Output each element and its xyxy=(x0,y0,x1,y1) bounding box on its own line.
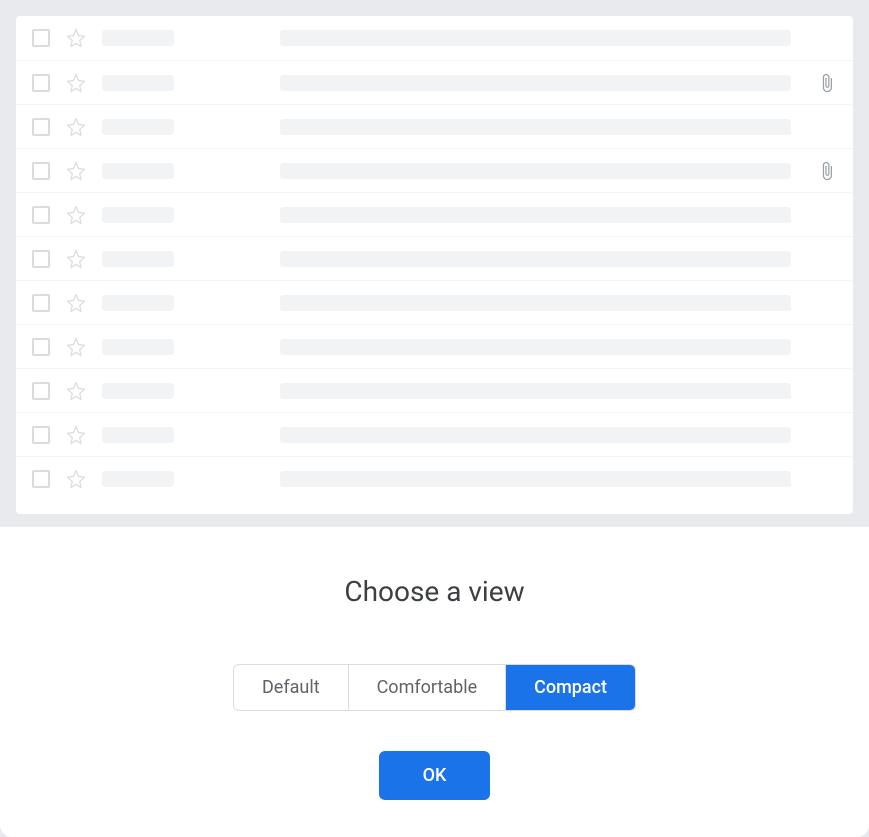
checkbox-icon[interactable] xyxy=(32,294,50,312)
density-option-default[interactable]: Default xyxy=(234,665,349,710)
checkbox-icon[interactable] xyxy=(32,426,50,444)
checkbox-icon[interactable] xyxy=(32,29,50,47)
checkbox-icon[interactable] xyxy=(32,338,50,356)
content-placeholder xyxy=(280,163,791,179)
ok-button[interactable]: OK xyxy=(379,751,491,800)
email-row[interactable] xyxy=(16,412,853,456)
star-icon[interactable] xyxy=(66,117,86,137)
sender-placeholder xyxy=(102,471,174,487)
panel-title: Choose a view xyxy=(344,575,524,608)
sender-placeholder xyxy=(102,427,174,443)
content-placeholder xyxy=(280,119,791,135)
star-icon[interactable] xyxy=(66,249,86,269)
sender-placeholder xyxy=(102,119,174,135)
checkbox-icon[interactable] xyxy=(32,74,50,92)
sender-placeholder xyxy=(102,207,174,223)
email-row[interactable] xyxy=(16,456,853,500)
content-placeholder xyxy=(280,75,791,91)
checkbox-icon[interactable] xyxy=(32,206,50,224)
email-row[interactable] xyxy=(16,324,853,368)
density-option-compact[interactable]: Compact xyxy=(506,665,635,710)
density-option-comfortable[interactable]: Comfortable xyxy=(349,665,507,710)
bottom-panel: Choose a view Default Comfortable Compac… xyxy=(0,527,869,837)
content-placeholder xyxy=(280,427,791,443)
star-icon[interactable] xyxy=(66,73,86,93)
attachment-icon xyxy=(817,73,837,93)
attachment-icon xyxy=(817,161,837,181)
sender-placeholder xyxy=(102,295,174,311)
content-placeholder xyxy=(280,251,791,267)
sender-placeholder xyxy=(102,339,174,355)
email-row[interactable] xyxy=(16,192,853,236)
sender-placeholder xyxy=(102,251,174,267)
checkbox-icon[interactable] xyxy=(32,250,50,268)
star-icon[interactable] xyxy=(66,381,86,401)
star-icon[interactable] xyxy=(66,293,86,313)
sender-placeholder xyxy=(102,75,174,91)
content-placeholder xyxy=(280,295,791,311)
email-list-preview xyxy=(16,16,853,514)
sender-placeholder xyxy=(102,383,174,399)
email-row[interactable] xyxy=(16,16,853,60)
content-placeholder xyxy=(280,207,791,223)
star-icon[interactable] xyxy=(66,337,86,357)
checkbox-icon[interactable] xyxy=(32,470,50,488)
content-placeholder xyxy=(280,471,791,487)
sender-placeholder xyxy=(102,30,174,46)
density-preview-area xyxy=(0,0,869,530)
email-row[interactable] xyxy=(16,368,853,412)
density-segmented-control: Default Comfortable Compact xyxy=(233,664,636,711)
view-chooser-dialog: Choose a view Default Comfortable Compac… xyxy=(0,0,869,837)
email-row[interactable] xyxy=(16,60,853,104)
content-placeholder xyxy=(280,383,791,399)
sender-placeholder xyxy=(102,163,174,179)
star-icon[interactable] xyxy=(66,205,86,225)
star-icon[interactable] xyxy=(66,28,86,48)
star-icon[interactable] xyxy=(66,469,86,489)
content-placeholder xyxy=(280,339,791,355)
email-row[interactable] xyxy=(16,280,853,324)
email-row[interactable] xyxy=(16,104,853,148)
star-icon[interactable] xyxy=(66,425,86,445)
star-icon[interactable] xyxy=(66,161,86,181)
checkbox-icon[interactable] xyxy=(32,162,50,180)
email-row[interactable] xyxy=(16,148,853,192)
checkbox-icon[interactable] xyxy=(32,382,50,400)
checkbox-icon[interactable] xyxy=(32,118,50,136)
email-row[interactable] xyxy=(16,236,853,280)
content-placeholder xyxy=(280,30,791,46)
